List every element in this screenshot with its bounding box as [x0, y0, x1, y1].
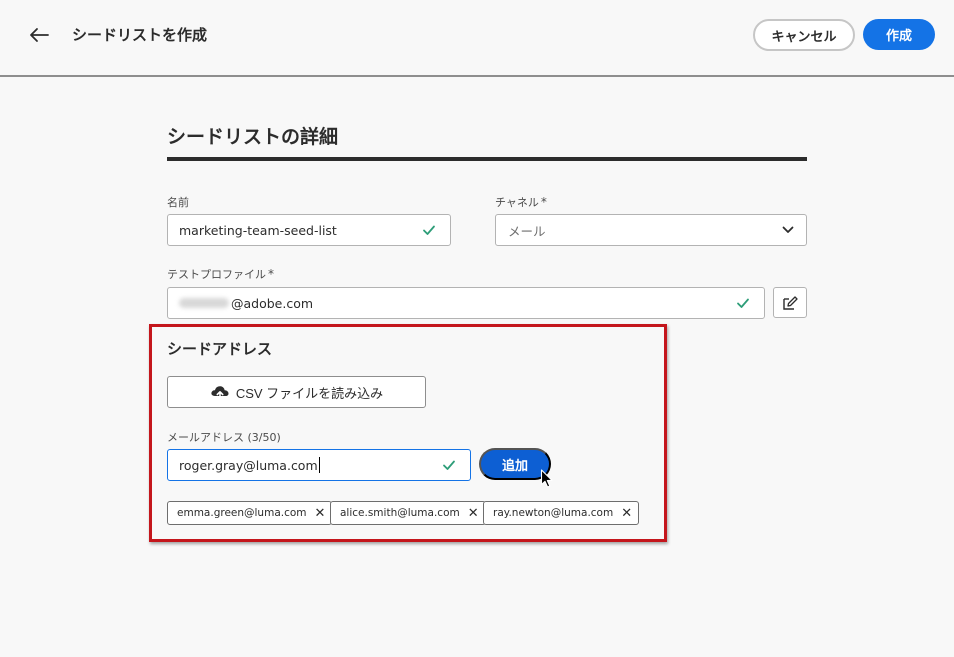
channel-select[interactable]: メール [495, 214, 807, 246]
import-csv-button[interactable]: CSV ファイルを読み込み [167, 376, 426, 408]
email-tag: alice.smith@luma.com ✕ [330, 501, 486, 525]
checkmark-icon [737, 298, 749, 308]
back-button[interactable] [24, 22, 54, 48]
mouse-cursor-icon [540, 469, 553, 488]
checkmark-icon [423, 225, 435, 235]
edit-profile-button[interactable] [773, 287, 807, 318]
email-tag-label: alice.smith@luma.com [340, 507, 460, 519]
page-title: シードリストを作成 [72, 26, 208, 44]
import-csv-label: CSV ファイルを読み込み [235, 385, 384, 401]
remove-icon[interactable]: ✕ [468, 507, 479, 520]
name-input[interactable]: marketing-team-seed-list [167, 214, 451, 246]
email-label: メールアドレス (3/50) [167, 431, 281, 444]
email-tag: emma.green@luma.com ✕ [167, 501, 333, 525]
channel-label: チャネル * [495, 195, 547, 209]
text-caret [318, 457, 320, 473]
email-input[interactable]: roger.gray@luma.com [167, 449, 471, 481]
email-tag: ray.newton@luma.com ✕ [483, 501, 640, 525]
chevron-down-icon [782, 226, 794, 233]
name-input-value: marketing-team-seed-list [179, 222, 337, 238]
section-divider [167, 157, 807, 161]
test-profile-value: @adobe.com [231, 295, 314, 311]
create-button[interactable]: 作成 [863, 19, 935, 50]
cancel-button[interactable]: キャンセル [753, 19, 855, 51]
redacted-text [179, 298, 229, 308]
details-section-title: シードリストの詳細 [167, 126, 339, 148]
email-input-value: roger.gray@luma.com [179, 457, 318, 473]
test-profile-input[interactable]: @adobe.com [167, 287, 765, 319]
channel-select-value: メール [508, 223, 546, 239]
test-profile-label: テストプロファイル * [167, 267, 274, 281]
seed-section-title: シードアドレス [167, 340, 273, 358]
email-tag-label: emma.green@luma.com [177, 507, 307, 519]
remove-icon[interactable]: ✕ [621, 507, 632, 520]
edit-icon [783, 295, 798, 310]
top-bar: シードリストを作成 キャンセル 作成 [0, 0, 954, 77]
arrow-left-icon [30, 28, 49, 42]
cloud-upload-icon [211, 386, 229, 400]
checkmark-icon [443, 460, 455, 470]
remove-icon[interactable]: ✕ [315, 507, 326, 520]
name-label: 名前 [167, 196, 189, 209]
email-tag-label: ray.newton@luma.com [493, 507, 614, 519]
